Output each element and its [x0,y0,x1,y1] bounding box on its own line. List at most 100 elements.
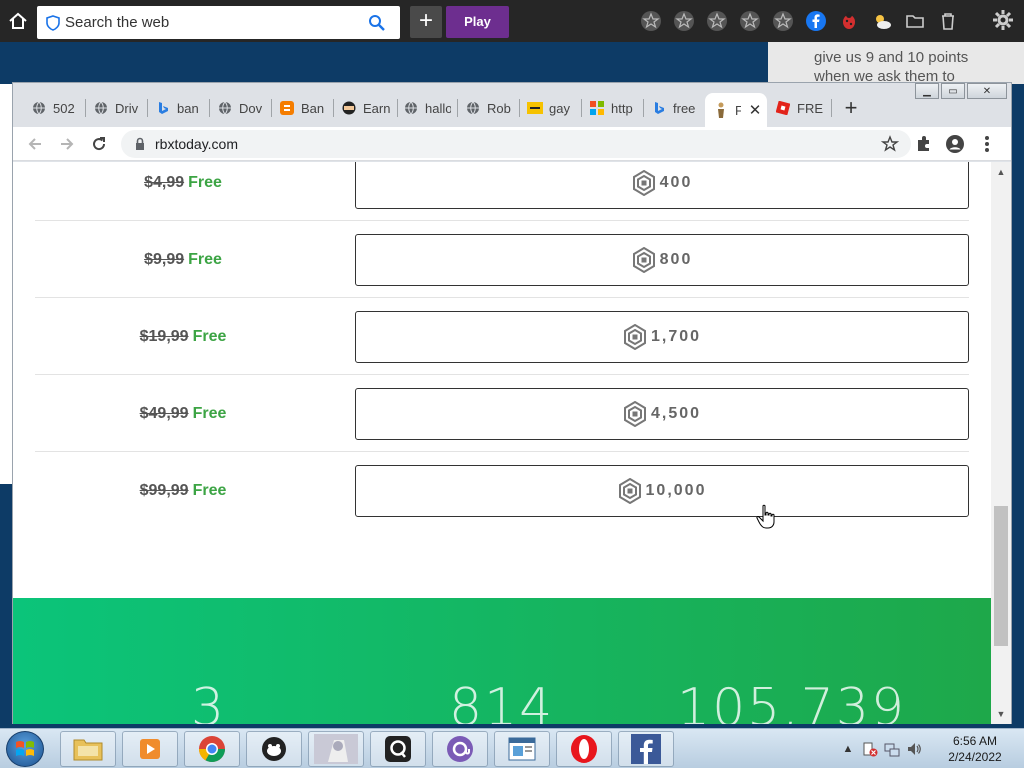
offer-row: $99,99 Free 10,000 [35,452,969,529]
profile-icon[interactable] [945,134,965,154]
offer-row: $49,99 Free 4,500 [35,375,969,452]
volume-icon[interactable] [906,741,922,757]
show-hidden-icons-icon[interactable]: ▲ [840,741,856,757]
star-bookmark-icon[interactable] [671,8,697,34]
ladybug-icon[interactable] [836,8,862,34]
tab[interactable]: gay [527,95,577,121]
app-taskbar-button[interactable] [432,731,488,767]
tab-active[interactable]: F ✕ [705,93,767,127]
app-taskbar-button[interactable] [308,731,364,767]
close-tab-icon[interactable]: ✕ [747,102,763,119]
tab-label: ban [177,100,199,116]
document-app-icon [508,737,536,761]
extensions-icon[interactable] [913,134,933,154]
lock-icon[interactable] [133,137,147,151]
media-player-taskbar-button[interactable] [122,731,178,767]
free-label: Free [188,173,222,191]
tab-label: Ban [301,100,325,116]
background-text-line: give us 9 and 10 points [814,49,969,66]
tab[interactable]: free [651,95,701,121]
tab[interactable]: Earn [341,95,391,121]
offer-price: $9,99 Free [35,221,331,298]
opera-taskbar-button[interactable] [556,731,612,767]
tab-separator [581,99,582,117]
file-explorer-taskbar-button[interactable] [60,731,116,767]
home-icon[interactable] [6,9,30,33]
robux-icon [618,478,641,504]
tab[interactable]: hallo [403,95,451,121]
stat-number: 105,739 [677,678,907,724]
robux-icon [632,247,655,273]
tab[interactable]: 502 [31,95,79,121]
weather-icon[interactable] [869,8,895,34]
bing-icon [155,100,171,116]
free-label: Free [192,404,227,422]
tab-label: gay [549,100,570,116]
claim-robux-button[interactable]: 1,700 [355,311,969,363]
facebook-icon[interactable] [803,8,829,34]
scroll-up-icon[interactable]: ▲ [995,166,1007,178]
gear-icon[interactable] [992,9,1016,33]
scroll-down-icon[interactable]: ▼ [995,708,1007,720]
app-taskbar-button[interactable] [246,731,302,767]
free-label: Free [192,481,227,499]
scroll-thumb[interactable] [994,506,1008,646]
back-icon[interactable] [25,134,45,154]
web-search-placeholder: Search the web [65,14,170,31]
old-price: $4,99 [144,173,185,191]
star-bookmark-icon[interactable] [737,8,763,34]
chrome-taskbar-button[interactable] [184,731,240,767]
tab-label: FRE [797,100,823,116]
tab[interactable]: http [589,95,637,121]
star-bookmark-icon[interactable] [770,8,796,34]
claim-robux-button[interactable]: 10,000 [355,465,969,517]
bing-icon [651,100,667,116]
minimize-button[interactable]: ▁ [915,83,939,99]
tab[interactable]: Ban [279,95,329,121]
reload-icon[interactable] [89,134,109,154]
app-taskbar-button[interactable] [494,731,550,767]
robux-icon [623,401,646,427]
browser-window: ▁ ▭ ✕ 502 Driv ban Dov Ban Earn hallo Ro… [12,82,1012,724]
folder-icon[interactable] [902,8,928,34]
search-icon[interactable] [368,14,386,32]
start-button[interactable] [6,731,44,767]
facebook-taskbar-button[interactable] [618,731,674,767]
tab[interactable]: Dov [217,95,265,121]
menu-kebab-icon[interactable] [977,134,997,154]
action-center-icon[interactable] [862,741,878,757]
claim-robux-button[interactable]: 800 [355,234,969,286]
app-taskbar-button[interactable] [370,731,426,767]
tab[interactable]: FRE [775,95,827,121]
offer-price: $4,99 Free [35,162,331,221]
close-window-button[interactable]: ✕ [967,83,1007,99]
claim-robux-button[interactable]: 400 [355,162,969,209]
free-label: Free [188,250,222,268]
forward-icon[interactable] [57,134,77,154]
star-bookmark-icon[interactable] [638,8,664,34]
claim-robux-button[interactable]: 4,500 [355,388,969,440]
new-tab-button[interactable]: + [839,97,863,121]
url-bar[interactable]: rbxtoday.com [121,130,911,158]
background-page-strip [0,84,12,484]
vertical-scrollbar[interactable]: ▲ ▼ [991,162,1011,724]
address-bar: rbxtoday.com [13,127,1011,161]
tab[interactable]: Rob [465,95,513,121]
tab-separator [271,99,272,117]
clock[interactable]: 6:56 AM 2/24/2022 [940,733,1010,765]
trash-icon[interactable] [935,8,961,34]
offer-price: $99,99 Free [35,452,331,529]
bookmark-star-icon[interactable] [881,135,899,153]
tab[interactable]: ban [155,95,203,121]
tab-separator [831,99,832,117]
maximize-button[interactable]: ▭ [941,83,965,99]
add-button[interactable]: + [410,6,442,38]
web-search-box[interactable]: Search the web [37,6,400,39]
network-icon[interactable] [884,741,900,757]
grid-icon [589,100,605,116]
tab[interactable]: Driv [93,95,139,121]
star-bookmark-icon[interactable] [704,8,730,34]
play-button[interactable]: Play [446,6,509,38]
robux-amount: 10,000 [645,482,707,499]
stat-number: 814 [449,678,555,724]
